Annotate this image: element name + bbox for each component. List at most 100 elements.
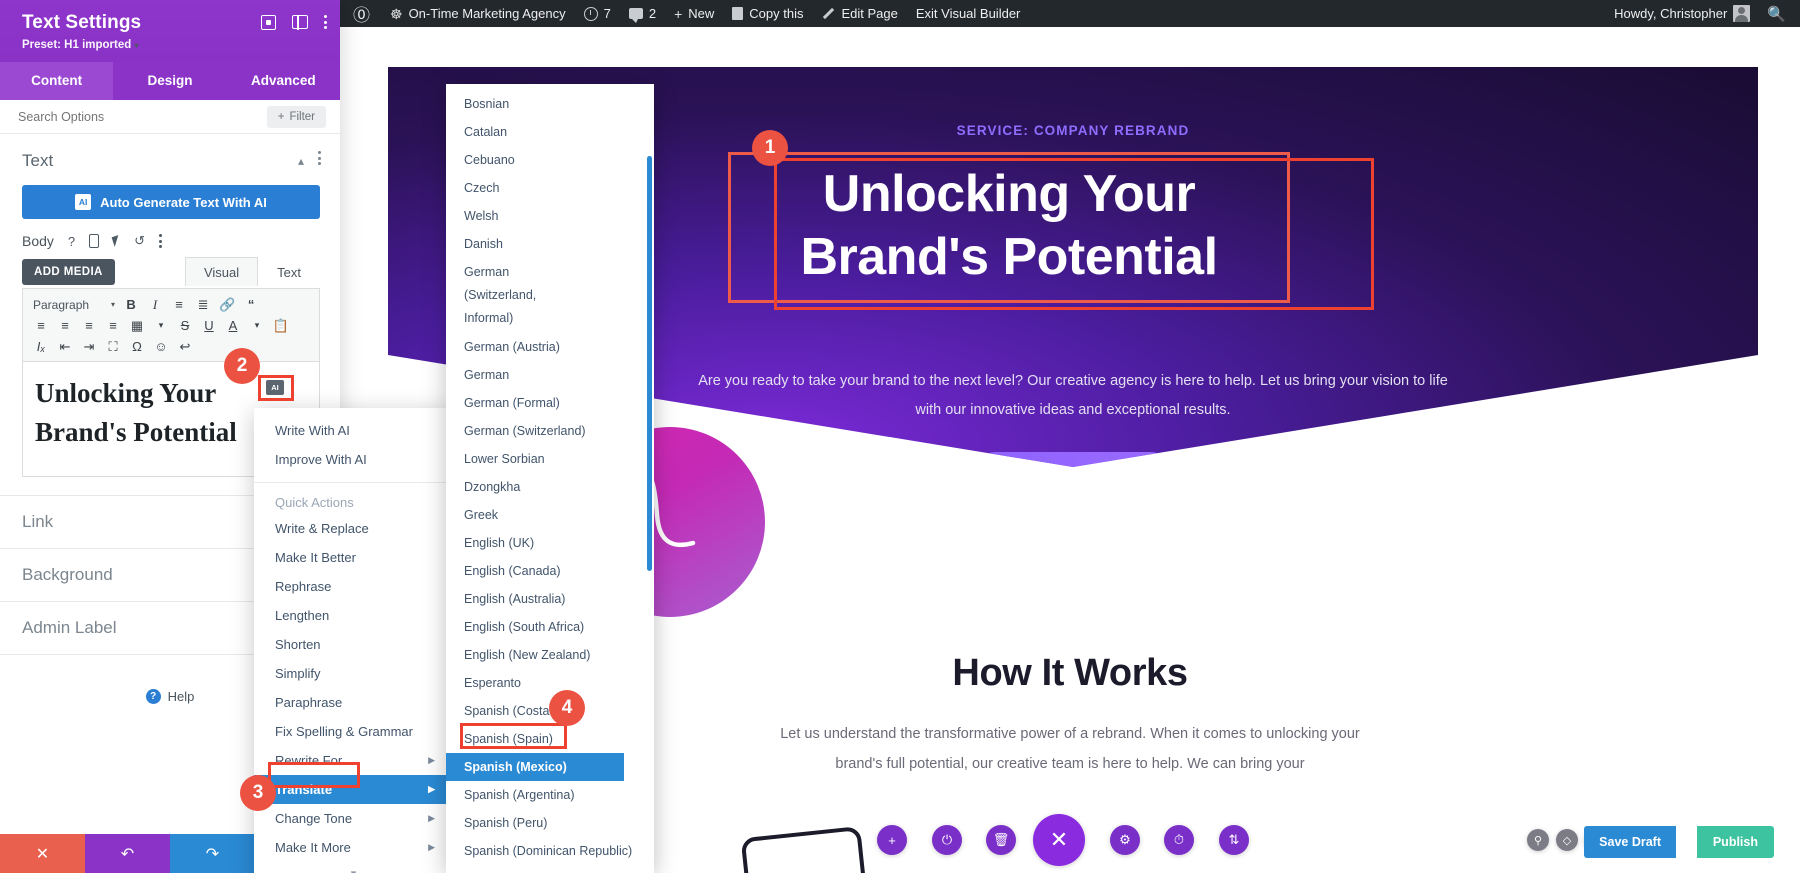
underline-icon[interactable]: U bbox=[197, 316, 221, 336]
language-item[interactable]: German (Austria) bbox=[446, 333, 654, 361]
language-item[interactable]: Spanish (Peru) bbox=[446, 809, 654, 837]
add-icon[interactable]: + bbox=[877, 825, 907, 855]
wordpress-logo-icon[interactable]: ⓪ bbox=[340, 0, 381, 27]
help-icon[interactable]: ? bbox=[68, 234, 75, 249]
language-item[interactable]: Bosnian bbox=[446, 90, 654, 118]
language-item[interactable]: German (Switzerland) bbox=[446, 417, 654, 445]
save-draft-button[interactable]: Save Draft bbox=[1584, 826, 1676, 858]
align-justify-icon[interactable]: ≡ bbox=[101, 316, 125, 336]
reset-icon[interactable]: ↺ bbox=[134, 233, 145, 249]
adminbar-account[interactable]: Howdy, Christopher bbox=[1605, 0, 1759, 27]
link-icon[interactable]: 🔗 bbox=[215, 295, 239, 315]
language-item[interactable]: Spanish (Argentina) bbox=[446, 781, 654, 809]
panel-layout-icon[interactable] bbox=[292, 15, 308, 30]
language-item[interactable]: English (Canada) bbox=[446, 557, 654, 585]
language-item[interactable]: Welsh bbox=[446, 202, 654, 230]
chevron-up-icon[interactable]: ▴ bbox=[298, 154, 304, 168]
tab-text[interactable]: Text bbox=[258, 257, 320, 286]
menu-item-fix-spelling-and-grammar[interactable]: Fix Spelling & Grammar bbox=[254, 717, 453, 746]
language-item[interactable]: German (Formal) bbox=[446, 389, 654, 417]
sort-icon[interactable]: ⇅ bbox=[1219, 825, 1249, 855]
preset-label[interactable]: Preset: H1 imported ▾ bbox=[22, 39, 322, 51]
special-character-icon[interactable]: Ω bbox=[125, 337, 149, 357]
language-item[interactable]: Danish bbox=[446, 230, 654, 258]
adminbar-copy-this[interactable]: Copy this bbox=[723, 0, 812, 27]
scrollbar[interactable] bbox=[647, 156, 652, 571]
language-item[interactable]: Greek bbox=[446, 501, 654, 529]
adminbar-exit-visual-builder[interactable]: Exit Visual Builder bbox=[907, 0, 1030, 27]
menu-item-change-tone[interactable]: Change Tone ▶ bbox=[254, 804, 453, 833]
paste-as-text-icon[interactable]: 📋 bbox=[269, 316, 293, 336]
responsive-icon[interactable] bbox=[89, 234, 100, 248]
menu-item-paraphrase[interactable]: Paraphrase bbox=[254, 688, 453, 717]
language-item-spanish-mexico[interactable]: Spanish (Mexico) bbox=[446, 753, 624, 782]
indent-icon[interactable]: ⇥ bbox=[77, 337, 101, 357]
undo-icon[interactable]: ↩ bbox=[173, 337, 197, 357]
menu-item-lengthen[interactable]: Lengthen bbox=[254, 601, 453, 630]
close-icon[interactable]: ✕ bbox=[1033, 814, 1085, 866]
hover-cursor-icon[interactable] bbox=[111, 235, 122, 247]
menu-scroll-down-indicator[interactable]: ▾ bbox=[254, 862, 453, 873]
outdent-icon[interactable]: ⇤ bbox=[53, 337, 77, 357]
numbered-list-icon[interactable]: ≣ bbox=[191, 295, 215, 315]
language-item[interactable]: Dzongkha bbox=[446, 473, 654, 501]
undo-icon[interactable]: ↶ bbox=[85, 834, 170, 873]
language-item[interactable]: Cebuano bbox=[446, 146, 654, 174]
adminbar-search[interactable]: 🔍 bbox=[1759, 0, 1800, 27]
language-item[interactable]: Lower Sorbian bbox=[446, 445, 654, 473]
language-item[interactable]: English (Australia) bbox=[446, 585, 654, 613]
trash-icon[interactable]: 🗑 bbox=[986, 825, 1016, 855]
bulleted-list-icon[interactable]: ≡ bbox=[167, 295, 191, 315]
menu-item-make-it-more[interactable]: Make It More ▶ bbox=[254, 833, 453, 862]
search-input[interactable] bbox=[18, 109, 267, 124]
fullscreen-icon[interactable]: ⛶ bbox=[101, 337, 125, 357]
table-icon[interactable]: ▦ bbox=[125, 316, 149, 336]
chevron-down-icon[interactable]: ▾ bbox=[149, 316, 173, 336]
focus-mode-icon[interactable] bbox=[261, 14, 276, 30]
language-item[interactable]: English (UK) bbox=[446, 529, 654, 557]
language-item[interactable]: English (South Africa) bbox=[446, 613, 654, 641]
ai-inline-button[interactable]: AI bbox=[266, 380, 284, 395]
menu-item-rephrase[interactable]: Rephrase bbox=[254, 572, 453, 601]
adminbar-site-name[interactable]: ☸ On-Time Marketing Agency bbox=[381, 0, 575, 27]
filter-button[interactable]: + Filter bbox=[266, 105, 326, 128]
kebab-menu-icon[interactable] bbox=[318, 150, 322, 171]
get-a-free-quote-button[interactable]: GET A FREE QUOTE bbox=[974, 452, 1172, 467]
language-item[interactable]: Esperanto bbox=[446, 669, 654, 697]
tab-content[interactable]: Content bbox=[0, 62, 114, 100]
adminbar-new[interactable]: + New bbox=[665, 0, 723, 27]
menu-item-make-it-better[interactable]: Make It Better bbox=[254, 543, 453, 572]
chevron-down-icon[interactable]: ▾ bbox=[245, 316, 269, 336]
menu-item-shorten[interactable]: Shorten bbox=[254, 630, 453, 659]
text-color-icon[interactable]: A bbox=[221, 316, 245, 336]
power-icon[interactable]: ⏻ bbox=[932, 825, 962, 855]
menu-item-improve-with-ai[interactable]: Improve With AI bbox=[254, 445, 453, 474]
history-icon[interactable]: ⏱ bbox=[1164, 825, 1194, 855]
paragraph-format-select[interactable]: Paragraph ▾ bbox=[29, 298, 119, 312]
blockquote-icon[interactable]: “ bbox=[239, 295, 263, 315]
adminbar-edit-page[interactable]: Edit Page bbox=[812, 0, 906, 27]
publish-button[interactable]: Publish bbox=[1696, 826, 1774, 858]
redo-icon[interactable]: ↷ bbox=[170, 834, 255, 873]
auto-generate-text-with-ai-button[interactable]: AI Auto Generate Text With AI bbox=[22, 185, 320, 219]
language-item[interactable]: Spanish (Chile) bbox=[446, 865, 654, 873]
bold-icon[interactable]: B bbox=[119, 295, 143, 315]
tab-design[interactable]: Design bbox=[113, 62, 226, 100]
italic-icon[interactable]: I bbox=[143, 295, 167, 315]
language-item[interactable]: Czech bbox=[446, 174, 654, 202]
language-item[interactable]: Catalan bbox=[446, 118, 654, 146]
align-right-icon[interactable]: ≡ bbox=[77, 316, 101, 336]
tab-visual[interactable]: Visual bbox=[184, 257, 259, 286]
adminbar-comments[interactable]: 2 bbox=[620, 0, 665, 27]
align-left-icon[interactable]: ≡ bbox=[29, 316, 53, 336]
close-icon[interactable]: ✕ bbox=[0, 834, 85, 873]
clear-formatting-icon[interactable]: Iₓ bbox=[29, 337, 53, 357]
search-icon[interactable]: ⚲ bbox=[1527, 829, 1549, 851]
kebab-menu-icon[interactable] bbox=[159, 233, 163, 249]
strikethrough-icon[interactable]: S bbox=[173, 316, 197, 336]
emoji-icon[interactable]: ☺ bbox=[149, 337, 173, 357]
layers-icon[interactable]: ◇ bbox=[1556, 829, 1578, 851]
tab-advanced[interactable]: Advanced bbox=[227, 62, 340, 100]
adminbar-updates[interactable]: 7 bbox=[575, 0, 620, 27]
kebab-menu-icon[interactable] bbox=[324, 14, 328, 30]
